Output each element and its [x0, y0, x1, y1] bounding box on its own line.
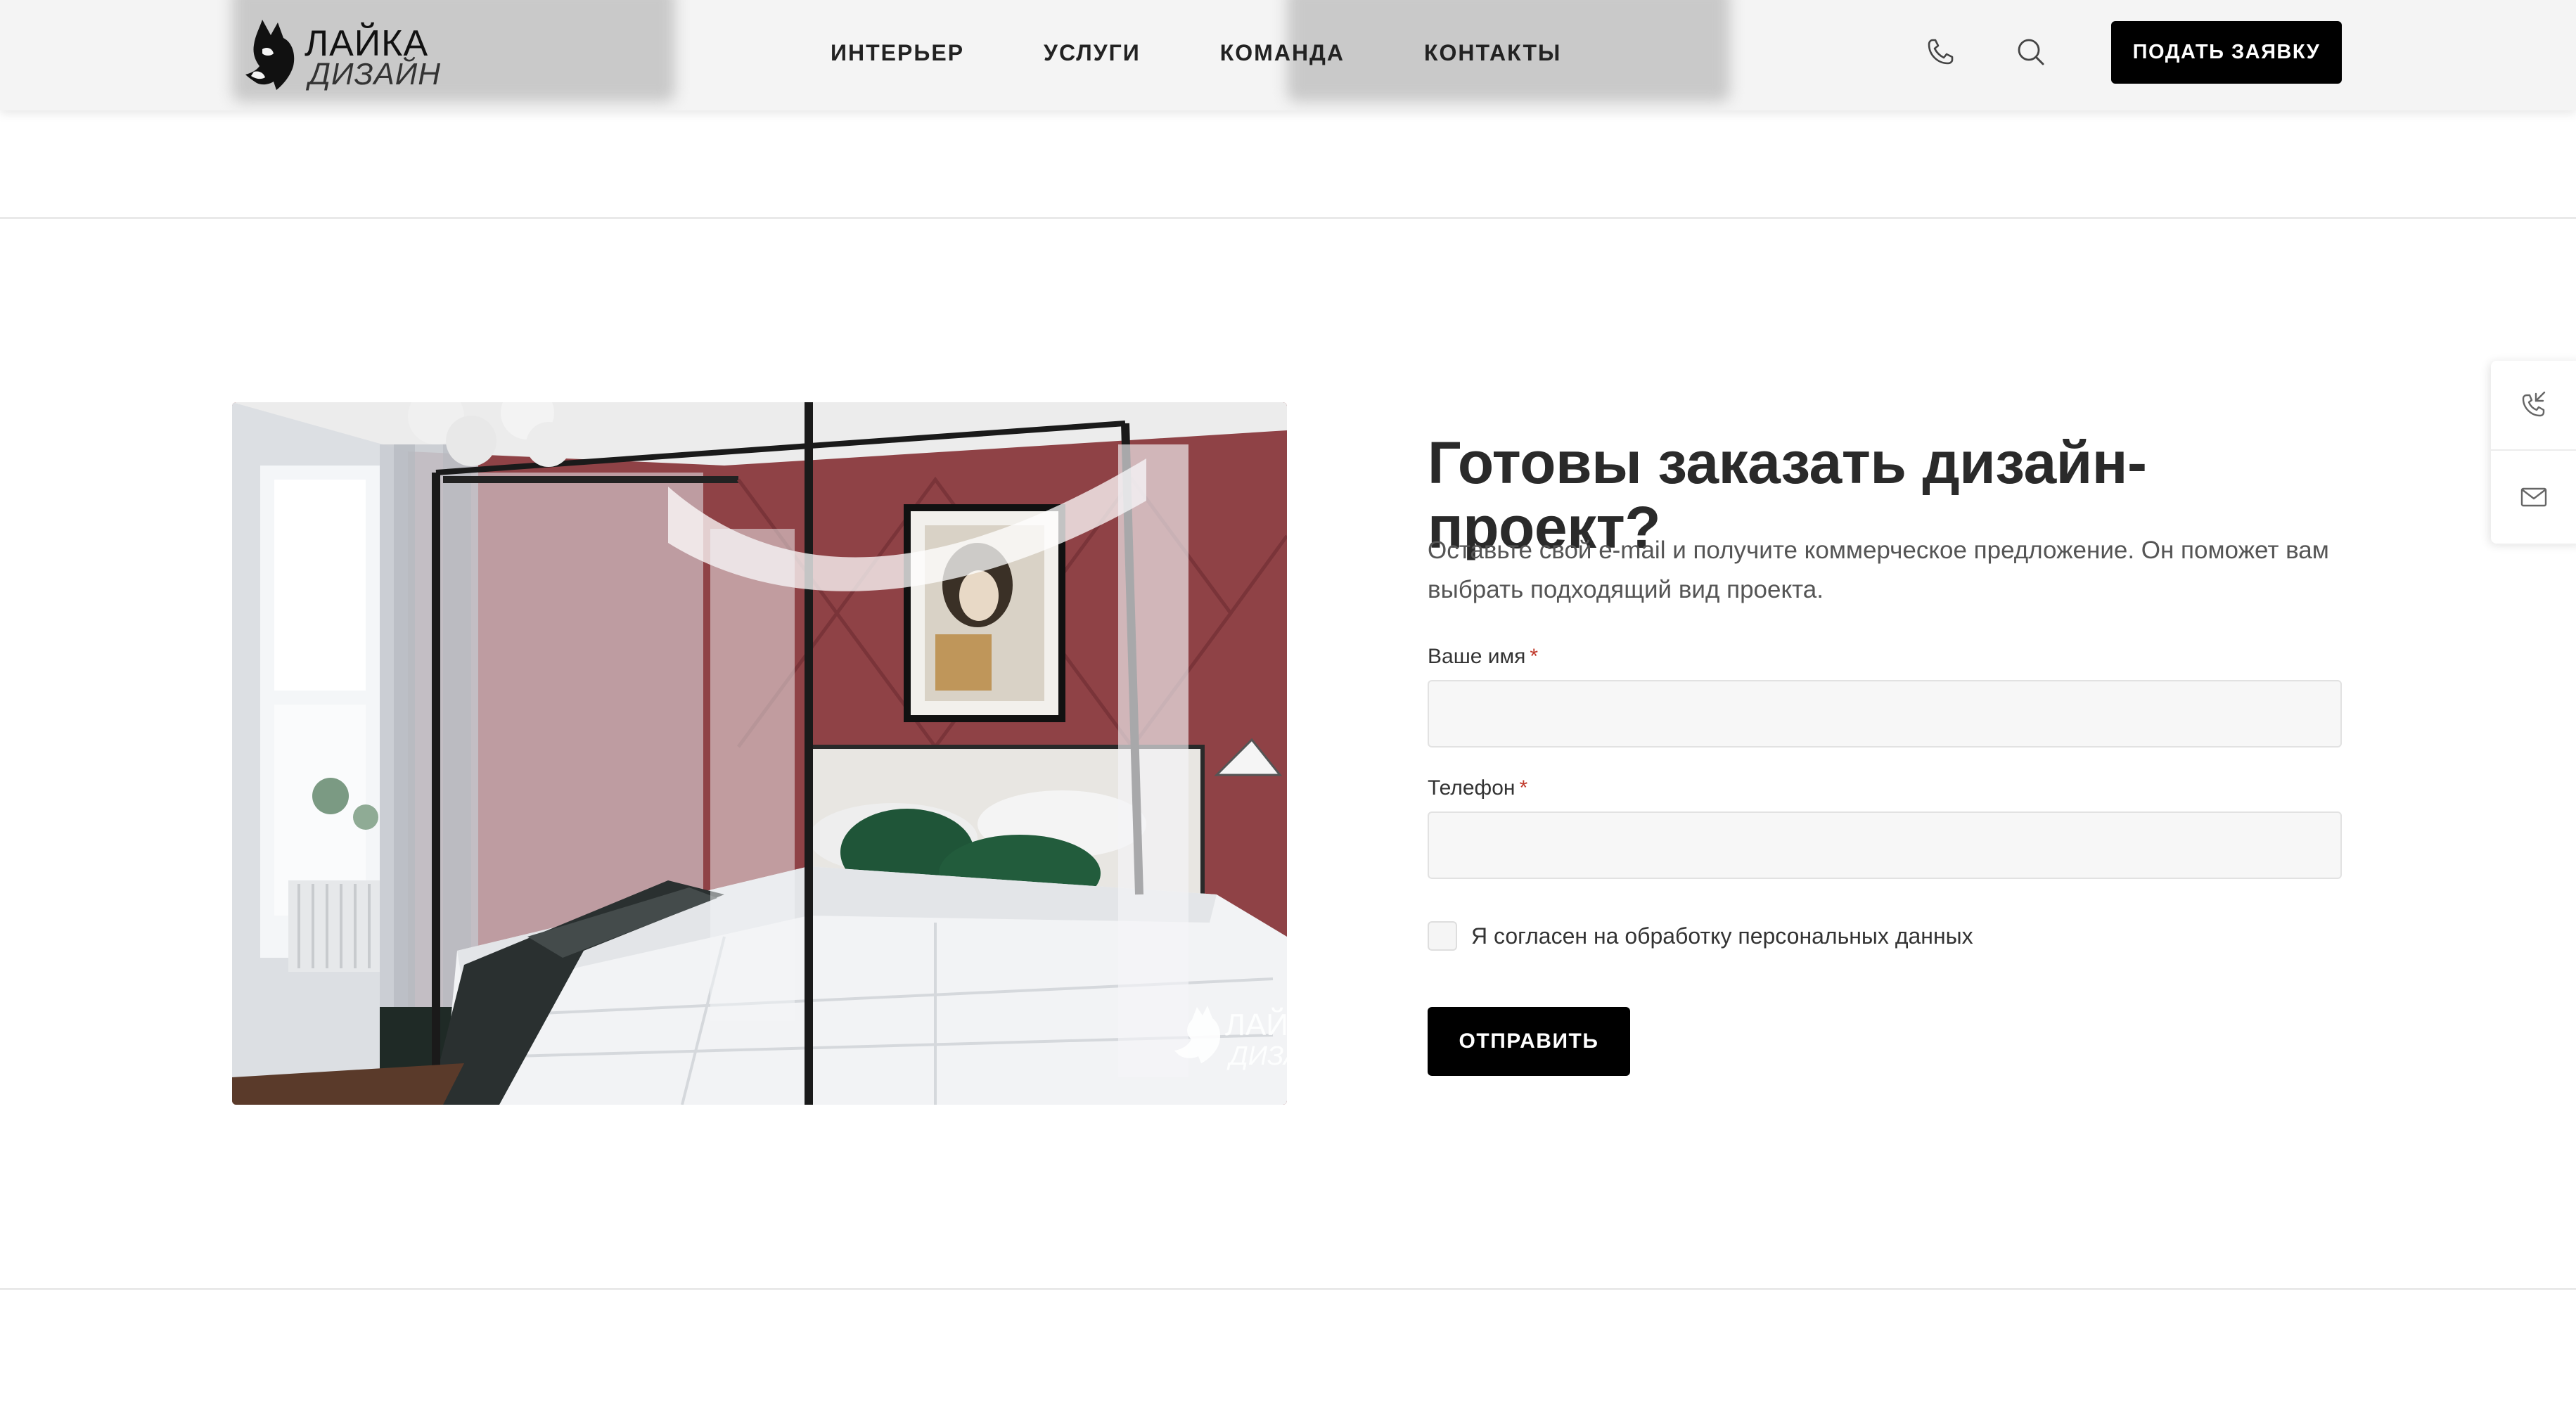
callback-phone-icon[interactable] — [2491, 361, 2576, 451]
name-input[interactable] — [1428, 680, 2342, 748]
site-logo[interactable]: ЛАЙКА ДИЗАЙН — [241, 14, 440, 91]
mail-icon[interactable] — [2491, 452, 2576, 542]
name-label-text: Ваше имя — [1428, 645, 1526, 668]
bedroom-interior-photo: ЛАЙК ДИЗАЙ — [232, 402, 1287, 1105]
main-nav: ИНТЕРЬЕР УСЛУГИ КОМАНДА КОНТАКТЫ — [831, 0, 1641, 105]
nav-item-services[interactable]: УСЛУГИ — [1044, 40, 1141, 66]
phone-field-label: Телефон * — [1428, 776, 1527, 800]
logo-text-secondary: ДИЗАЙН — [309, 57, 442, 91]
site-header: ЛАЙКА ДИЗАЙН ИНТЕРЬЕР УСЛУГИ КОМАНДА КОН… — [0, 0, 2576, 110]
husky-dog-logo-icon — [245, 20, 295, 90]
submit-application-button[interactable]: ПОДАТЬ ЗАЯВКУ — [2111, 21, 2342, 84]
phone-icon[interactable] — [1922, 34, 1959, 70]
form-subtitle: Оставьте свой e-mail и получите коммерче… — [1428, 537, 2329, 603]
required-mark: * — [1519, 776, 1528, 800]
page: ЛАЙКА ДИЗАЙН ИНТЕРЬЕР УСЛУГИ КОМАНДА КОН… — [0, 0, 2576, 1405]
phone-label-text: Телефон — [1428, 776, 1516, 800]
nav-item-team[interactable]: КОМАНДА — [1220, 40, 1345, 66]
section-divider — [0, 217, 2576, 219]
nav-item-interior[interactable]: ИНТЕРЬЕР — [831, 40, 964, 66]
side-contact-widget — [2491, 361, 2576, 544]
required-mark: * — [1530, 645, 1539, 668]
search-icon[interactable] — [2013, 34, 2049, 70]
consent-label[interactable]: Я согласен на обработку персональных дан… — [1471, 923, 1973, 949]
watermark-text-primary: ЛАЙК — [1225, 1006, 1287, 1042]
section-divider — [0, 1288, 2576, 1290]
consent-row: Я согласен на обработку персональных дан… — [1428, 920, 1973, 952]
submit-button[interactable]: ОТПРАВИТЬ — [1428, 1007, 1630, 1076]
watermark-text-secondary: ДИЗАЙ — [1226, 1040, 1287, 1071]
name-field-label: Ваше имя * — [1428, 645, 1538, 669]
phone-input[interactable] — [1428, 811, 2342, 879]
consent-checkbox[interactable] — [1428, 921, 1457, 951]
nav-item-contacts[interactable]: КОНТАКТЫ — [1424, 40, 1561, 66]
